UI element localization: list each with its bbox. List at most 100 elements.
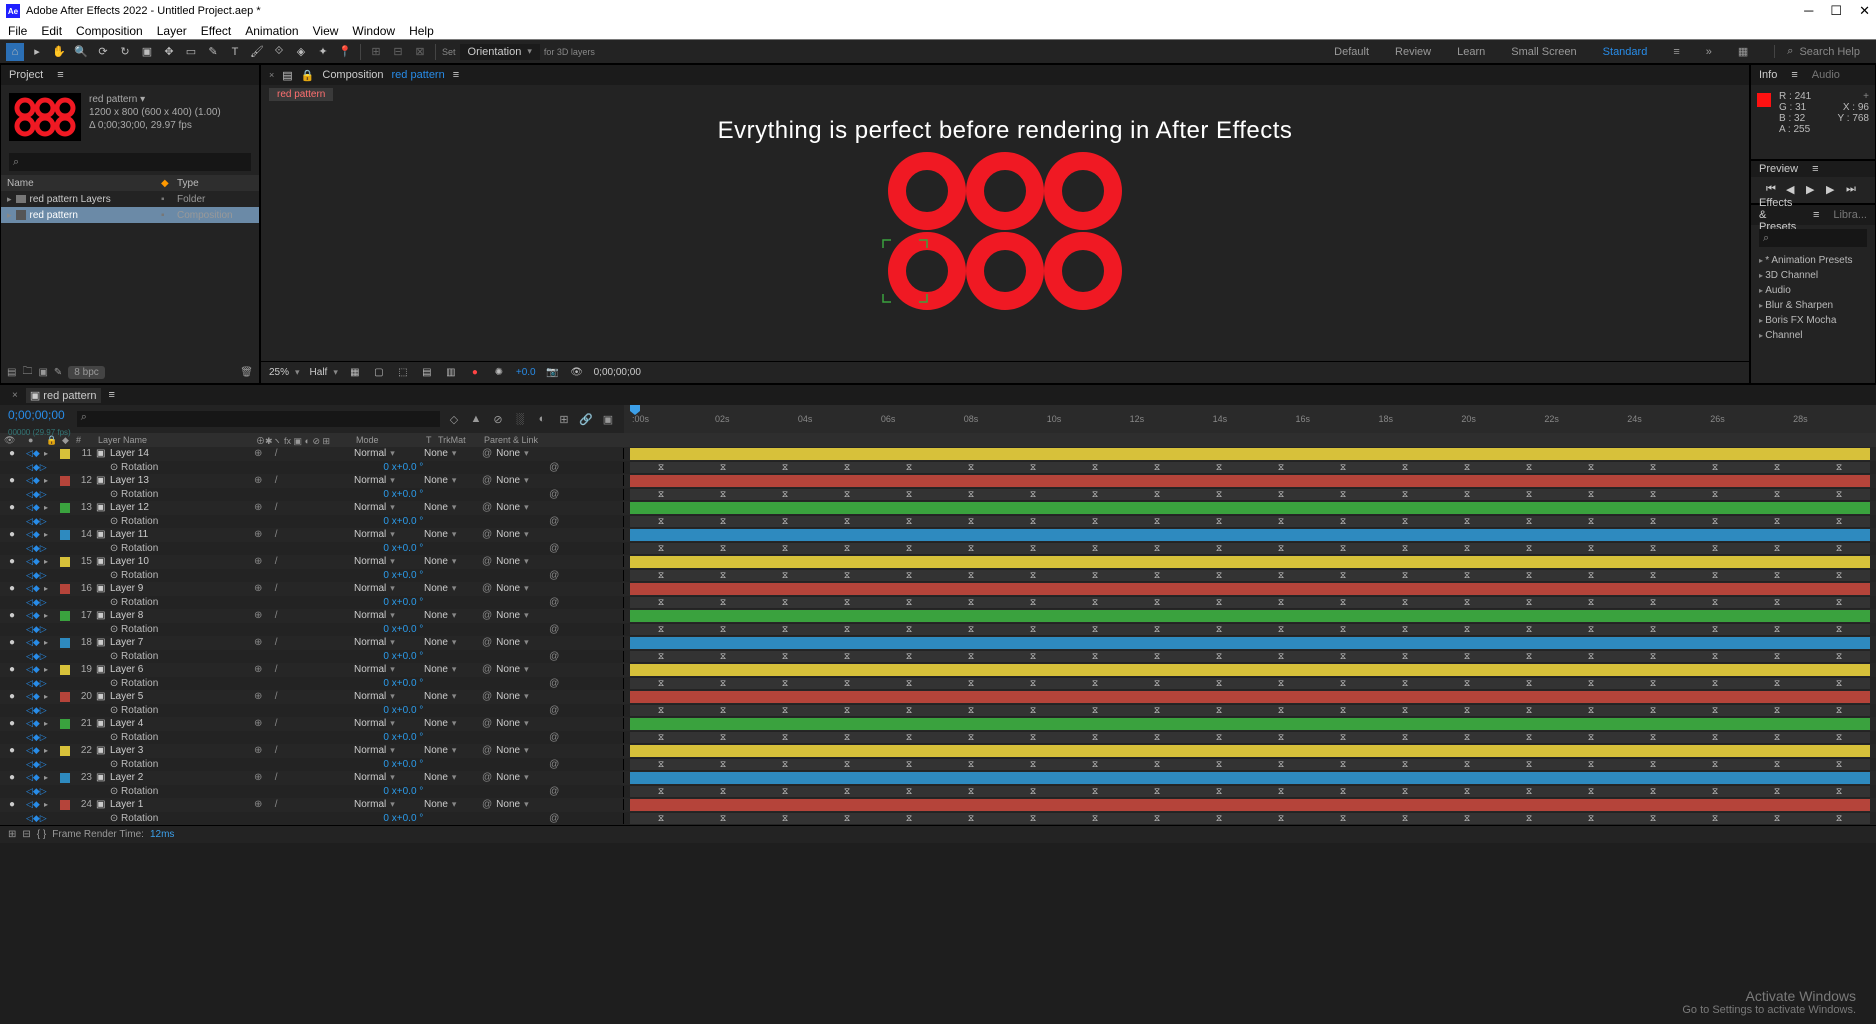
label-color[interactable] xyxy=(60,719,70,729)
pickwhip-icon[interactable]: @ xyxy=(549,786,559,797)
visibility-icon[interactable]: ● xyxy=(0,745,24,756)
property-name[interactable]: ⊙ Rotation xyxy=(108,489,382,500)
selection-tool-icon[interactable]: ▸ xyxy=(28,43,46,61)
property-value[interactable]: 0 x+0.0 ° xyxy=(381,678,491,689)
blend-mode-dropdown[interactable]: Normal▾ xyxy=(352,583,422,594)
layer-row[interactable]: ●◁◆▸21▣Layer 4⊕ /Normal▾None▾@None▾ xyxy=(0,717,1876,731)
blend-mode-dropdown[interactable]: Normal▾ xyxy=(352,799,422,810)
preview-tab[interactable]: Preview xyxy=(1759,163,1798,175)
next-frame-icon[interactable]: ▶ xyxy=(1826,183,1840,197)
menu-edit[interactable]: Edit xyxy=(41,24,62,38)
panel-menu-icon[interactable]: ≡ xyxy=(1791,69,1797,81)
zoom-tool-icon[interactable]: 🔍 xyxy=(72,43,90,61)
render-queue-icon[interactable]: ▣ xyxy=(600,413,616,426)
property-name[interactable]: ⊙ Rotation xyxy=(108,624,382,635)
layer-switches[interactable]: ⊕ / xyxy=(252,745,352,756)
comp-mini-flow-icon[interactable]: ◇ xyxy=(446,413,462,426)
property-name[interactable]: ⊙ Rotation xyxy=(108,462,382,473)
axis-world-icon[interactable]: ⊟ xyxy=(389,43,407,61)
keyframe-nav-icon[interactable]: ◁◆ xyxy=(24,556,42,567)
keyframes-track[interactable]: ⧖⧖⧖⧖⧖⧖⧖⧖⧖⧖⧖⧖⧖⧖⧖⧖⧖⧖⧖⧖ xyxy=(630,489,1870,501)
track-matte-dropdown[interactable]: None▾ xyxy=(422,529,480,540)
axis-view-icon[interactable]: ⊠ xyxy=(411,43,429,61)
menu-window[interactable]: Window xyxy=(352,24,395,38)
visibility-icon[interactable]: ● xyxy=(0,691,24,702)
workspace-review[interactable]: Review xyxy=(1395,46,1431,58)
property-value[interactable]: 0 x+0.0 ° xyxy=(381,759,491,770)
keyframe-nav-icon[interactable]: ◁◆ xyxy=(24,529,42,540)
keyframe-nav-icon[interactable]: ◁◆ xyxy=(24,799,42,810)
layer-row[interactable]: ●◁◆▸12▣Layer 13⊕ /Normal▾None▾@None▾ xyxy=(0,474,1876,488)
track-matte-dropdown[interactable]: None▾ xyxy=(422,502,480,513)
property-row[interactable]: ◁◆▷⊙ Rotation0 x+0.0 °@⧖⧖⧖⧖⧖⧖⧖⧖⧖⧖⧖⧖⧖⧖⧖⧖⧖… xyxy=(0,569,1876,583)
property-name[interactable]: ⊙ Rotation xyxy=(108,732,382,743)
parent-dropdown[interactable]: @None▾ xyxy=(480,691,556,702)
blend-mode-dropdown[interactable]: Normal▾ xyxy=(352,691,422,702)
keyframe-nav-icon[interactable]: ◁◆▷ xyxy=(24,462,42,473)
property-row[interactable]: ◁◆▷⊙ Rotation0 x+0.0 °@⧖⧖⧖⧖⧖⧖⧖⧖⧖⧖⧖⧖⧖⧖⧖⧖⧖… xyxy=(0,731,1876,745)
last-frame-icon[interactable]: ⏭ xyxy=(1846,183,1860,197)
keyframes-track[interactable]: ⧖⧖⧖⧖⧖⧖⧖⧖⧖⧖⧖⧖⧖⧖⧖⧖⧖⧖⧖⧖ xyxy=(630,732,1870,744)
label-color[interactable] xyxy=(60,746,70,756)
property-row[interactable]: ◁◆▷⊙ Rotation0 x+0.0 °@⧖⧖⧖⧖⧖⧖⧖⧖⧖⧖⧖⧖⧖⧖⧖⧖⧖… xyxy=(0,623,1876,637)
layer-name[interactable]: Layer 3 xyxy=(108,745,252,756)
track-matte-dropdown[interactable]: None▾ xyxy=(422,583,480,594)
parent-dropdown[interactable]: @None▾ xyxy=(480,583,556,594)
pickwhip-icon[interactable]: @ xyxy=(549,570,559,581)
draft3d-icon[interactable]: ▲ xyxy=(468,413,484,425)
twirl-icon[interactable]: ▸ xyxy=(42,584,58,593)
panel-menu-icon[interactable]: ≡ xyxy=(109,389,115,401)
timeline-tab[interactable]: ▣ red pattern xyxy=(26,388,101,403)
visibility-icon[interactable]: ● xyxy=(0,502,24,513)
keyframe-nav-icon[interactable]: ◁◆▷ xyxy=(24,651,42,662)
property-name[interactable]: ⊙ Rotation xyxy=(108,705,382,716)
blend-mode-dropdown[interactable]: Normal▾ xyxy=(352,448,422,459)
keyframes-track[interactable]: ⧖⧖⧖⧖⧖⧖⧖⧖⧖⧖⧖⧖⧖⧖⧖⧖⧖⧖⧖⧖ xyxy=(630,651,1870,663)
layer-row[interactable]: ●◁◆▸19▣Layer 6⊕ /Normal▾None▾@None▾ xyxy=(0,663,1876,677)
property-name[interactable]: ⊙ Rotation xyxy=(108,570,382,581)
layer-switches[interactable]: ⊕ / xyxy=(252,475,352,486)
keyframes-track[interactable]: ⧖⧖⧖⧖⧖⧖⧖⧖⧖⧖⧖⧖⧖⧖⧖⧖⧖⧖⧖⧖ xyxy=(630,462,1870,474)
visibility-icon[interactable]: ● xyxy=(0,610,24,621)
property-value[interactable]: 0 x+0.0 ° xyxy=(381,624,491,635)
property-value[interactable]: 0 x+0.0 ° xyxy=(381,813,491,824)
layer-row[interactable]: ●◁◆▸11▣Layer 14⊕ /Normal▾None▾@None▾ xyxy=(0,447,1876,461)
parent-dropdown[interactable]: @None▾ xyxy=(480,610,556,621)
parent-dropdown[interactable]: @None▾ xyxy=(480,637,556,648)
label-color[interactable] xyxy=(60,476,70,486)
layer-name[interactable]: Layer 4 xyxy=(108,718,252,729)
hand-tool-icon[interactable]: ✋ xyxy=(50,43,68,61)
home-tool-icon[interactable]: ⌂ xyxy=(6,43,24,61)
keyframes-track[interactable]: ⧖⧖⧖⧖⧖⧖⧖⧖⧖⧖⧖⧖⧖⧖⧖⧖⧖⧖⧖⧖ xyxy=(630,516,1870,528)
keyframes-track[interactable]: ⧖⧖⧖⧖⧖⧖⧖⧖⧖⧖⧖⧖⧖⧖⧖⧖⧖⧖⧖⧖ xyxy=(630,597,1870,609)
project-search-input[interactable]: ⌕ xyxy=(9,153,251,171)
window-max-button[interactable]: ☐ xyxy=(1830,3,1842,18)
property-row[interactable]: ◁◆▷⊙ Rotation0 x+0.0 °@⧖⧖⧖⧖⧖⧖⧖⧖⧖⧖⧖⧖⧖⧖⧖⧖⧖… xyxy=(0,488,1876,502)
property-name[interactable]: ⊙ Rotation xyxy=(108,786,382,797)
new-comp-icon[interactable]: ▣ xyxy=(38,367,47,378)
blend-mode-dropdown[interactable]: Normal▾ xyxy=(352,637,422,648)
menu-help[interactable]: Help xyxy=(409,24,434,38)
track-matte-dropdown[interactable]: None▾ xyxy=(422,556,480,567)
property-name[interactable]: ⊙ Rotation xyxy=(108,678,382,689)
info-tab[interactable]: Info xyxy=(1759,69,1777,81)
layer-name[interactable]: Layer 8 xyxy=(108,610,252,621)
workspace-learn[interactable]: Learn xyxy=(1457,46,1485,58)
composition-viewport[interactable]: Evrything is perfect before rendering in… xyxy=(261,103,1749,361)
window-close-button[interactable]: ✕ xyxy=(1859,3,1870,18)
parent-dropdown[interactable]: @None▾ xyxy=(480,502,556,513)
pickwhip-icon[interactable]: @ xyxy=(549,705,559,716)
workspace-menu-icon[interactable]: ≡ xyxy=(1673,46,1679,58)
menu-view[interactable]: View xyxy=(313,24,339,38)
eraser-tool-icon[interactable]: ◈ xyxy=(292,43,310,61)
layer-row[interactable]: ●◁◆▸13▣Layer 12⊕ /Normal▾None▾@None▾ xyxy=(0,501,1876,515)
blend-mode-dropdown[interactable]: Normal▾ xyxy=(352,664,422,675)
track-matte-dropdown[interactable]: None▾ xyxy=(422,745,480,756)
visibility-icon[interactable]: ● xyxy=(0,772,24,783)
property-value[interactable]: 0 x+0.0 ° xyxy=(381,786,491,797)
layer-row[interactable]: ●◁◆▸23▣Layer 2⊕ /Normal▾None▾@None▾ xyxy=(0,771,1876,785)
layer-name[interactable]: Layer 13 xyxy=(108,475,252,486)
layer-switches[interactable]: ⊕ / xyxy=(252,691,352,702)
anchor-tool-icon[interactable]: ✥ xyxy=(160,43,178,61)
workspace-small-screen[interactable]: Small Screen xyxy=(1511,46,1576,58)
